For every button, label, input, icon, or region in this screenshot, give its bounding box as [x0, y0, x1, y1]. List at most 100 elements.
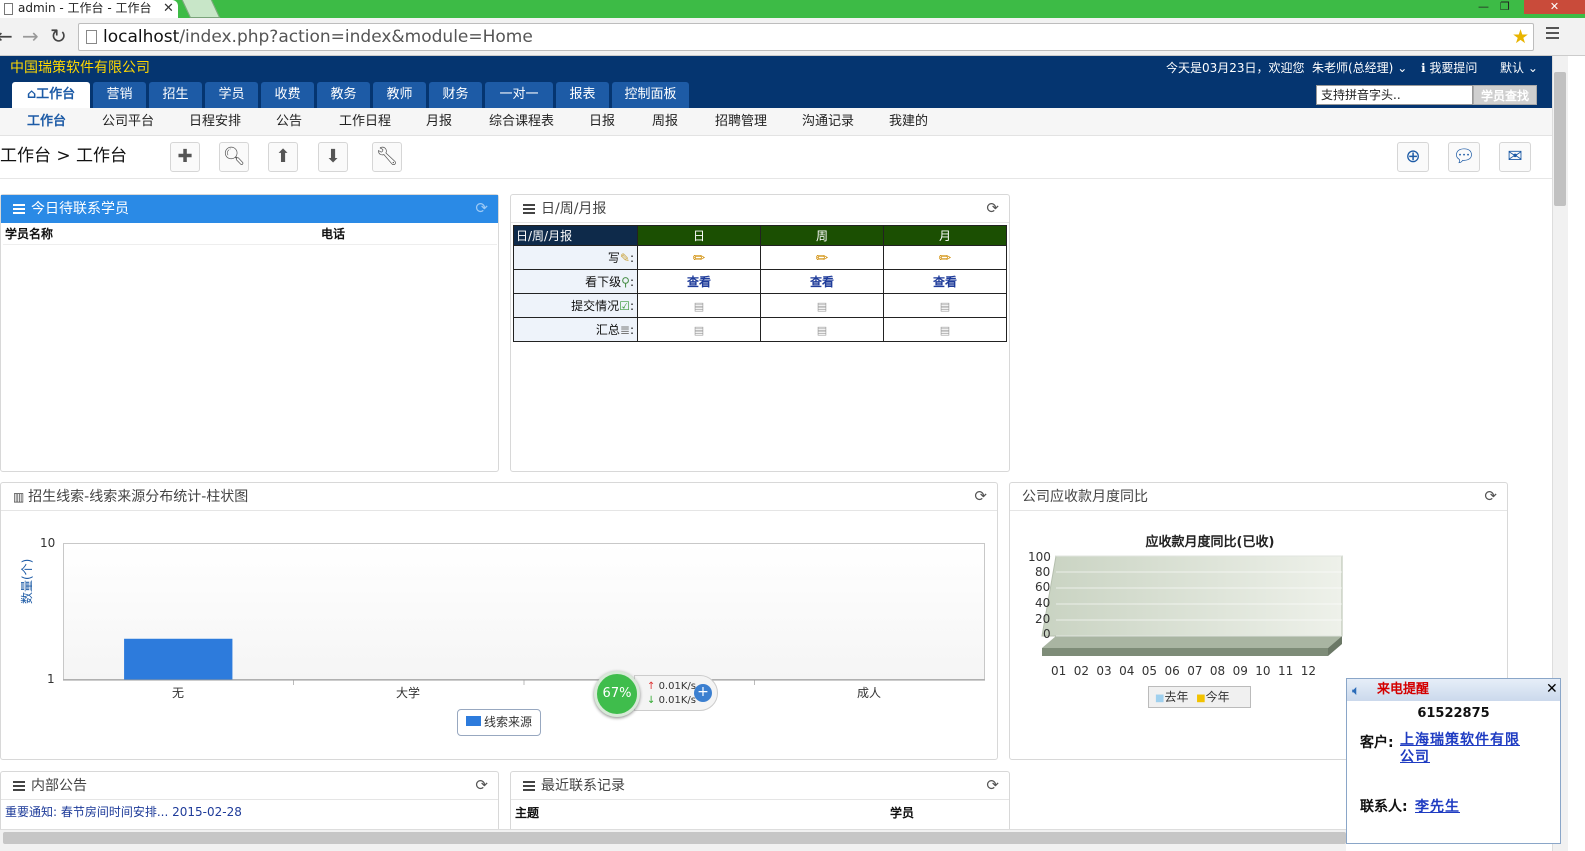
main-tab-academic[interactable]: 教务: [317, 82, 370, 108]
subnav-daily-report[interactable]: 日报: [589, 113, 615, 131]
subnav-announcements[interactable]: 公告: [276, 113, 302, 131]
subnav-work-schedule[interactable]: 工作日程: [339, 113, 391, 131]
subnav-communication[interactable]: 沟通记录: [802, 113, 854, 131]
download-button[interactable]: ⬇: [318, 142, 348, 172]
main-tab-fees[interactable]: 收费: [261, 82, 314, 108]
main-tab-workbench[interactable]: ⌂工作台: [12, 82, 90, 108]
refresh-icon[interactable]: ⟳: [974, 488, 987, 504]
minimize-icon[interactable]: —: [1478, 0, 1489, 14]
upload-button[interactable]: ⬆: [268, 142, 298, 172]
refresh-icon[interactable]: ⟳: [475, 200, 488, 216]
document-icon: ▤: [939, 299, 951, 313]
refresh-icon[interactable]: ⟳: [1484, 488, 1497, 504]
main-tab-one-on-one[interactable]: 一对一: [485, 82, 553, 108]
search-button[interactable]: 🔍︎: [219, 142, 249, 172]
subnav-company-platform[interactable]: 公司平台: [102, 113, 154, 131]
submit-week[interactable]: ▤: [760, 293, 884, 318]
view-month-link[interactable]: 查看: [933, 275, 957, 289]
home-icon: ⌂: [26, 87, 37, 102]
subnav-created-by-me[interactable]: 我建的: [889, 113, 928, 131]
vertical-scroll-thumb[interactable]: [1554, 72, 1566, 206]
chart-legend[interactable]: ■去年 ■今年: [1148, 686, 1251, 708]
bookmark-star-icon[interactable]: ★: [1512, 26, 1529, 48]
plus-icon[interactable]: +: [694, 684, 712, 702]
back-icon[interactable]: ←: [0, 26, 13, 46]
close-icon[interactable]: ✕: [1546, 681, 1558, 697]
y-tick-label: 40: [1035, 596, 1051, 610]
chat-button[interactable]: 💬︎: [1448, 142, 1480, 172]
forward-icon[interactable]: →: [22, 26, 39, 46]
add-circle-button[interactable]: ⊕: [1397, 142, 1429, 172]
memory-usage-ball[interactable]: 67%: [594, 671, 640, 717]
summary-day[interactable]: ▤: [637, 317, 761, 342]
divider: [0, 178, 1552, 179]
browser-tab[interactable]: admin - 工作台 - 工作台: [0, 0, 178, 18]
subnav-monthly-report[interactable]: 月报: [426, 113, 452, 131]
student-search-button[interactable]: 学员查找: [1473, 85, 1537, 105]
subnav-workbench[interactable]: 工作台: [27, 113, 66, 131]
x-tick-label: 07: [1187, 664, 1203, 678]
main-tab-students[interactable]: 学员: [205, 82, 258, 108]
chart-back-wall: [1041, 555, 1343, 637]
customer-link[interactable]: 上海瑞策软件有限 公司: [1400, 732, 1550, 766]
list-item[interactable]: 重要通知: 春节房间时间安排... 2015-02-28: [5, 804, 242, 820]
theme-menu[interactable]: 默认 ⌄: [1500, 60, 1538, 76]
view-week-link[interactable]: 查看: [810, 275, 834, 289]
window-close-icon[interactable]: ✕: [1524, 0, 1585, 14]
close-icon[interactable]: ✕: [163, 0, 174, 17]
legend-label: 线索来源: [484, 715, 533, 729]
main-tab-enrollment[interactable]: 招生: [149, 82, 202, 108]
write-month[interactable]: ✏: [883, 245, 1007, 270]
write-day[interactable]: ✏: [637, 245, 761, 270]
col-month: 月: [883, 225, 1007, 246]
refresh-icon[interactable]: ⟳: [986, 200, 999, 216]
summary-icon: ≣: [619, 323, 630, 337]
submit-month[interactable]: ▤: [883, 293, 1007, 318]
browser-menu-icon[interactable]: [1546, 27, 1559, 39]
x-tick-label: 无: [172, 686, 185, 700]
subnav-weekly-report[interactable]: 周报: [652, 113, 678, 131]
main-tab-teachers[interactable]: 教师: [373, 82, 426, 108]
reload-icon[interactable]: ↻: [50, 26, 67, 46]
main-tab-control-panel[interactable]: 控制面板: [612, 82, 689, 108]
legend-swatch: ■: [1196, 693, 1206, 704]
bar-无[interactable]: [124, 638, 233, 680]
student-search-input[interactable]: 支持拼音字头..: [1316, 85, 1473, 105]
pencil-icon: ✏: [938, 248, 952, 267]
url-bar[interactable]: localhost/index.php?action=index&module=…: [78, 23, 1534, 51]
mail-button[interactable]: ✉: [1499, 142, 1531, 172]
restore-icon[interactable]: ❐: [1500, 0, 1510, 14]
subnav-recruitment[interactable]: 招聘管理: [715, 113, 767, 131]
panel-header: 日/周/月报 ⟳: [511, 195, 1009, 223]
summary-month[interactable]: ▤: [883, 317, 1007, 342]
refresh-icon[interactable]: ⟳: [475, 777, 488, 793]
submit-day[interactable]: ▤: [637, 293, 761, 318]
add-button[interactable]: ✚: [170, 142, 200, 172]
view-day-link[interactable]: 查看: [687, 275, 711, 289]
customer-name-line2: 公司: [1400, 749, 1430, 765]
help-link[interactable]: ℹ 我要提问: [1421, 60, 1477, 76]
table-row: 日/周/月报 日 周 月: [513, 225, 1007, 246]
horizontal-scroll-thumb[interactable]: [3, 832, 1346, 844]
contact-link[interactable]: 李先生: [1415, 796, 1460, 816]
panel-header: 最近联系记录 ⟳: [511, 772, 1009, 800]
table-row: 写✎: ✏ ✏ ✏: [513, 245, 1007, 270]
write-week[interactable]: ✏: [760, 245, 884, 270]
subnav-timetable[interactable]: 综合课程表: [489, 113, 554, 131]
reports-table: 日/周/月报 日 周 月 写✎: ✏ ✏ ✏ 看下级⚲: 查看 查看 查看 提交…: [513, 225, 1007, 342]
row-label-text: 写: [607, 251, 620, 265]
main-tab-finance[interactable]: 财务: [429, 82, 482, 108]
main-tab-marketing[interactable]: 营销: [93, 82, 146, 108]
x-tick-label: 12: [1300, 664, 1316, 678]
list-icon: [523, 204, 535, 214]
row-label: 汇总≣:: [513, 317, 638, 342]
x-tick-label: 04: [1119, 664, 1135, 678]
summary-week[interactable]: ▤: [760, 317, 884, 342]
contacts-table-header: 学员名称 电话: [3, 223, 497, 245]
main-tab-reports[interactable]: 报表: [556, 82, 609, 108]
subnav-schedule[interactable]: 日程安排: [189, 113, 241, 131]
refresh-icon[interactable]: ⟳: [986, 777, 999, 793]
user-menu[interactable]: 朱老师(总经理) ⌄: [1312, 60, 1407, 76]
row-label-text: 提交情况: [571, 299, 620, 313]
settings-button[interactable]: 🔧︎: [372, 142, 402, 172]
